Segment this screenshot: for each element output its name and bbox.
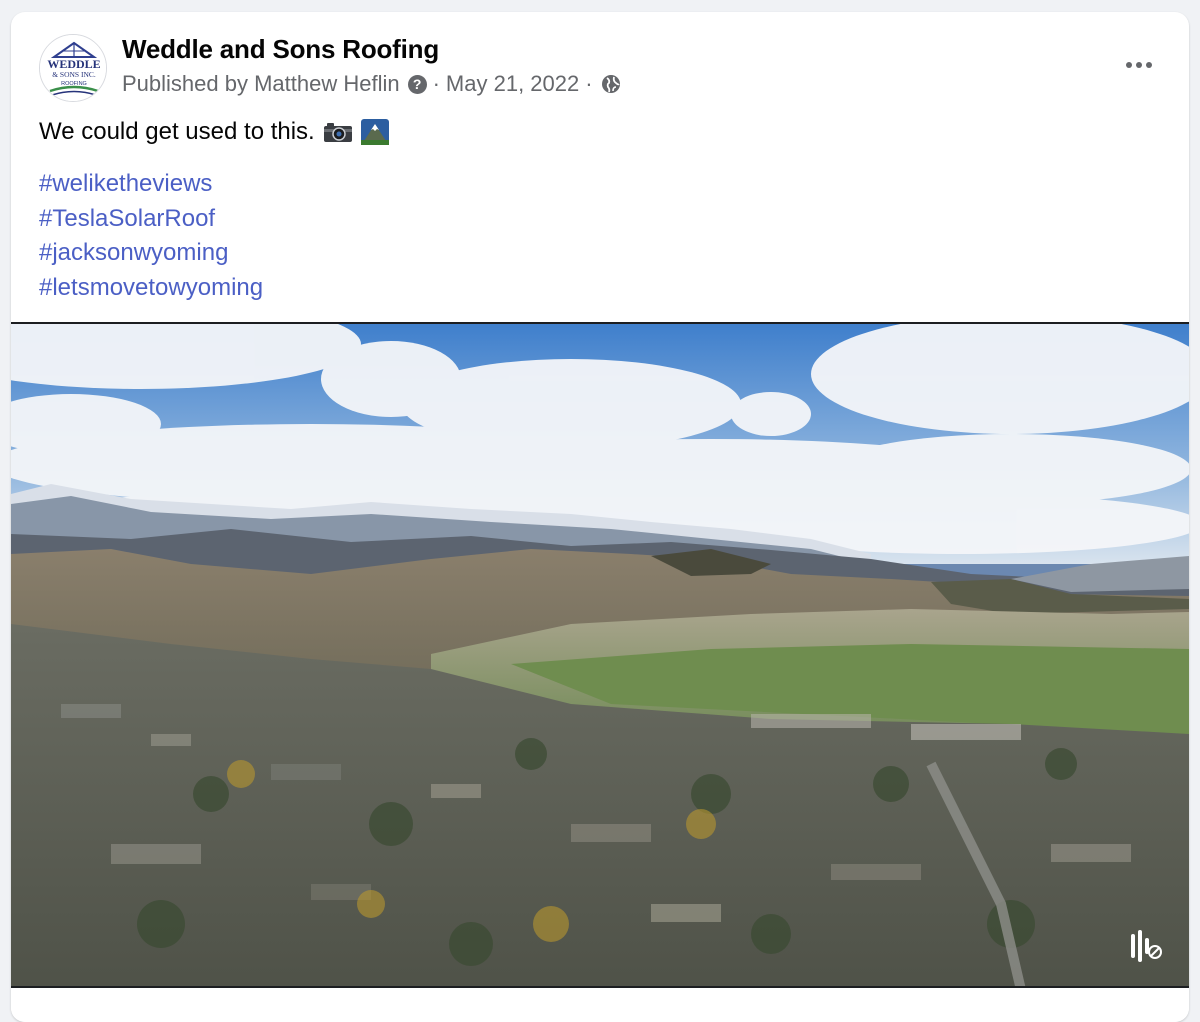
more-dots-icon [1146, 62, 1152, 68]
hashtag-link[interactable]: #letsmovetowyoming [39, 271, 263, 306]
more-dots-icon [1136, 62, 1142, 68]
more-options-button[interactable] [1119, 52, 1159, 78]
post-header: WEDDLE & SONS INC. ROOFING Weddle and So… [11, 12, 1189, 112]
separator-dot: · [432, 71, 440, 96]
aerial-town-video-frame [11, 324, 1189, 986]
video-player[interactable] [11, 322, 1189, 988]
post-meta: Published by Matthew Heflin ? · May 21, … [122, 71, 621, 97]
hashtag-link[interactable]: #jacksonwyoming [39, 236, 263, 271]
published-by-text: Published by Matthew Heflin [122, 71, 400, 96]
page-name-link[interactable]: Weddle and Sons Roofing [122, 34, 439, 65]
avatar[interactable]: WEDDLE & SONS INC. ROOFING [39, 34, 107, 102]
company-logo: WEDDLE & SONS INC. ROOFING [40, 35, 106, 101]
camera-emoji [323, 121, 353, 143]
post-footer [11, 988, 1189, 1022]
mountain-emoji [360, 119, 389, 145]
mute-toggle-button[interactable] [1123, 924, 1167, 968]
hashtag-link[interactable]: #weliketheviews [39, 167, 263, 202]
more-dots-icon [1126, 62, 1132, 68]
hashtag-list: #weliketheviews #TeslaSolarRoof #jackson… [39, 167, 263, 305]
volume-muted-icon [1131, 930, 1162, 962]
post-message-text: We could get used to this. [39, 118, 315, 145]
post-message: We could get used to this. [39, 118, 389, 146]
separator-dot: · [585, 71, 593, 96]
logo-text-line1: WEDDLE [47, 57, 100, 71]
post-date-link[interactable]: May 21, 2022 [446, 71, 579, 97]
post-card: WEDDLE & SONS INC. ROOFING Weddle and So… [11, 12, 1189, 1022]
logo-text-line2: & SONS INC. [52, 70, 96, 79]
question-mark-icon[interactable]: ? [407, 74, 427, 94]
hashtag-link[interactable]: #TeslaSolarRoof [39, 202, 263, 237]
globe-icon[interactable] [601, 74, 621, 94]
